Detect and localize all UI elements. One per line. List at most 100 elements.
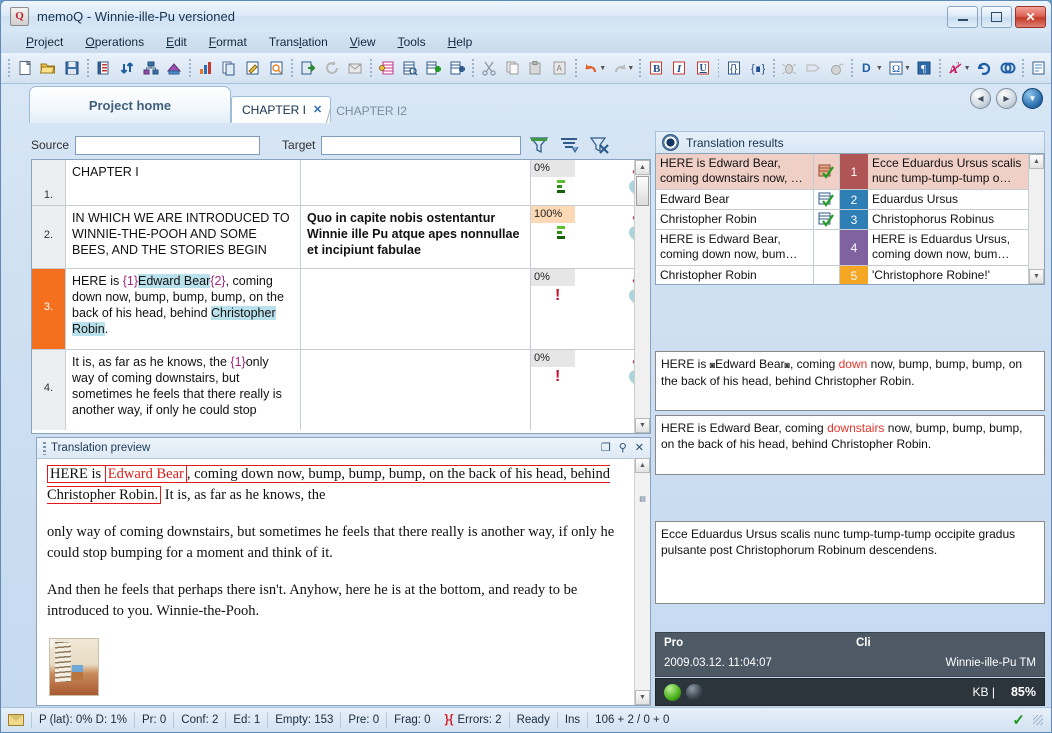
results-list[interactable]: HERE is Edward Bear, coming downstairs n… [655, 153, 1045, 285]
send-mail-icon[interactable] [343, 56, 367, 80]
new-document-icon[interactable] [13, 56, 37, 80]
source-cell[interactable]: IN WHICH WE ARE INTRODUCED TO WINNIE-THE… [66, 206, 301, 268]
scrollbar-thumb[interactable] [636, 176, 649, 206]
tab-close-icon[interactable]: ✕ [313, 103, 322, 116]
list-item[interactable]: Edward Bear 2 Eduardus Ursus [656, 190, 1044, 210]
add-tm-icon[interactable] [422, 56, 446, 80]
omega-dropdown-icon[interactable]: ▼ [904, 65, 913, 72]
results-scrollbar[interactable]: ▲ ▼ [1028, 154, 1044, 284]
scroll-up-icon[interactable]: ▲ [635, 160, 650, 175]
close-icon[interactable]: ✕ [635, 441, 644, 454]
bomb-icon[interactable] [825, 56, 849, 80]
menu-help[interactable]: Help [437, 33, 484, 51]
document-notes-icon[interactable] [1027, 56, 1051, 80]
resize-grip-icon[interactable] [1033, 715, 1043, 725]
clear-filter-icon[interactable] [587, 133, 611, 157]
redo-dropdown-icon[interactable]: ▼ [627, 65, 636, 72]
menu-operations[interactable]: Operations [74, 33, 155, 51]
sort-filter-icon[interactable] [557, 133, 581, 157]
bug-icon[interactable] [778, 56, 802, 80]
menu-project[interactable]: PProjectroject [15, 33, 74, 51]
table-row[interactable]: 2. IN WHICH WE ARE INTRODUCED TO WINNIE-… [32, 206, 650, 269]
refresh-icon[interactable] [320, 56, 344, 80]
status-green-icon[interactable] [664, 683, 681, 701]
tab-chapter-i[interactable]: CHAPTER I ✕ [231, 96, 332, 123]
preview-document-icon[interactable] [265, 56, 289, 80]
scroll-up-icon[interactable]: ▲ [635, 458, 650, 473]
paste-special-icon[interactable]: A [548, 56, 572, 80]
insert-tag-icon[interactable]: {} [722, 56, 746, 80]
export-bilingual-icon[interactable] [296, 56, 320, 80]
status-dark-icon[interactable] [686, 683, 703, 701]
copy-icon[interactable] [501, 56, 525, 80]
bold-icon[interactable]: B [644, 56, 668, 80]
source-cell[interactable]: CHAPTER I [66, 160, 301, 205]
spellcheck-dropdown-icon[interactable]: ▼ [964, 65, 973, 72]
tab-project-home[interactable]: Project home [29, 86, 231, 123]
scroll-up-icon[interactable]: ▲ [1029, 154, 1044, 169]
preview-scrollbar[interactable]: ▲ ▤ ▼ [634, 458, 650, 705]
save-icon[interactable] [60, 56, 84, 80]
underline-icon[interactable]: U [691, 56, 715, 80]
source-cell[interactable]: HERE is {1}Edward Bear{2}, coming down n… [66, 269, 301, 349]
confirm-update-icon[interactable] [972, 56, 996, 80]
list-item[interactable]: HERE is Edward Bear, coming down now, bu… [656, 230, 1044, 266]
add-tb-icon[interactable] [446, 56, 470, 80]
table-row[interactable]: 3. HERE is {1}Edward Bear{2}, coming dow… [32, 269, 650, 350]
target-cell[interactable]: Quo in capite nobis ostentantur Winnie i… [301, 206, 531, 268]
list-item[interactable]: Christopher Robin 5 'Christophore Robine… [656, 266, 1044, 284]
italic-icon[interactable]: I [667, 56, 691, 80]
open-folder-icon[interactable] [37, 56, 61, 80]
grid-scrollbar[interactable]: ▲ ▼ [634, 160, 650, 433]
drag-grip-icon[interactable] [43, 441, 46, 455]
translation-memory-icon[interactable] [375, 56, 399, 80]
table-row[interactable]: 4. It is, as far as he knows, the {1}onl… [32, 350, 650, 430]
list-item[interactable]: HERE is Edward Bear, coming downstairs n… [656, 154, 1044, 190]
d-dropdown-icon[interactable]: ▼ [876, 65, 885, 72]
menu-tools[interactable]: Tools [387, 33, 437, 51]
term-base-icon[interactable] [399, 56, 423, 80]
filter-icon[interactable] [527, 133, 551, 157]
menu-edit[interactable]: Edit [155, 33, 198, 51]
close-button[interactable]: ✕ [1015, 6, 1046, 28]
translation-grid[interactable]: 1. CHAPTER I 0% ✗ 2. IN WHICH WE ARE INT [31, 159, 651, 434]
paste-icon[interactable] [525, 56, 549, 80]
menu-view[interactable]: View [339, 33, 387, 51]
source-cell[interactable]: It is, as far as he knows, the {1}only w… [66, 350, 301, 430]
export-import-icon[interactable] [162, 56, 186, 80]
network-icon[interactable] [139, 56, 163, 80]
sync-updown-icon[interactable] [115, 56, 139, 80]
tab-chapter-i2[interactable]: CHAPTER I2 [326, 98, 415, 123]
tag-check-icon[interactable] [801, 56, 825, 80]
table-row[interactable]: 1. CHAPTER I 0% ✗ [32, 160, 650, 206]
target-cell[interactable] [301, 269, 531, 349]
cut-icon[interactable] [477, 56, 501, 80]
target-cell[interactable] [301, 160, 531, 205]
insert-inline-tag-icon[interactable]: {∎} [746, 56, 770, 80]
scroll-down-icon[interactable]: ▼ [1029, 269, 1044, 284]
status-errors[interactable]: }{ Errors: 2 [438, 712, 510, 728]
spellcheck-ok-icon[interactable]: ✓ [1012, 711, 1025, 729]
menu-format[interactable]: Format [198, 33, 258, 51]
target-cell[interactable] [301, 350, 531, 430]
statistics-icon[interactable] [194, 56, 218, 80]
scroll-down-icon[interactable]: ▼ [635, 690, 650, 705]
edit-document-icon[interactable] [241, 56, 265, 80]
list-item[interactable]: Christopher Robin 3 Christophorus Robinu… [656, 210, 1044, 230]
undo-dropdown-icon[interactable]: ▼ [599, 65, 608, 72]
preview-body[interactable]: HERE is Edward Bear, coming down now, bu… [37, 458, 650, 705]
preview-mode-icon[interactable]: ▤ [635, 491, 650, 506]
lookup-icon[interactable] [996, 56, 1020, 80]
source-filter-input[interactable] [75, 135, 261, 155]
target-filter-input[interactable] [321, 135, 522, 155]
copy-document-icon[interactable] [218, 56, 242, 80]
pilcrow-icon[interactable]: ¶ [913, 56, 937, 80]
minimize-button[interactable] [947, 6, 978, 28]
menu-translation[interactable]: Translation [258, 33, 339, 51]
project-settings-icon[interactable] [92, 56, 116, 80]
restore-icon[interactable]: ❐ [601, 441, 611, 454]
mail-icon[interactable] [1, 712, 32, 728]
maximize-button[interactable] [981, 6, 1012, 28]
next-document-icon[interactable]: ▶ [996, 88, 1017, 109]
scroll-down-icon[interactable]: ▼ [635, 418, 650, 433]
